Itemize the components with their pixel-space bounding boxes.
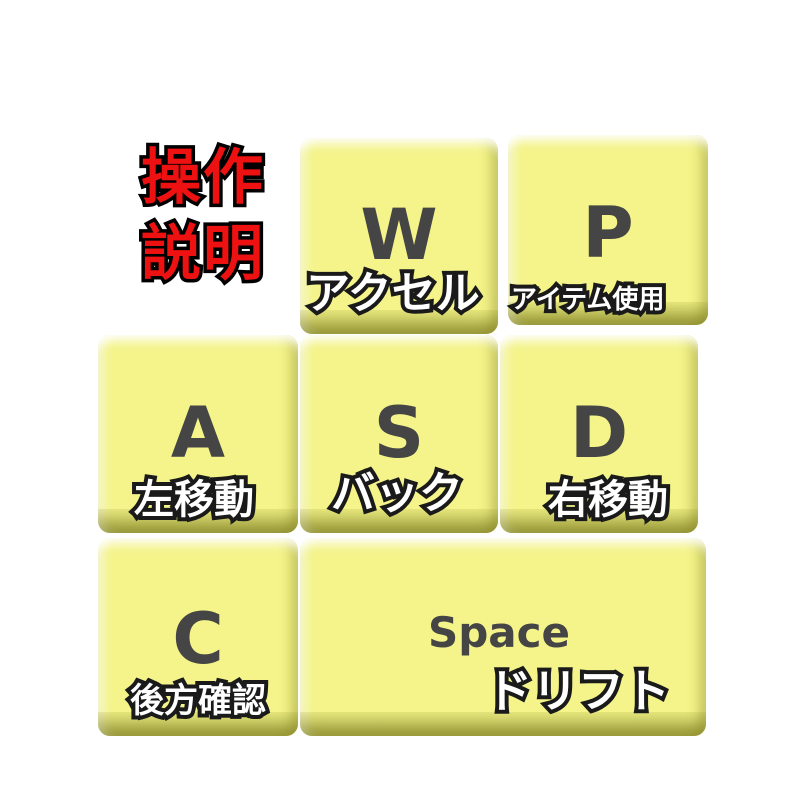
key-w-label: アクセル [302, 268, 484, 320]
key-d-label: 右移動 [544, 476, 672, 524]
key-d-letter: D [569, 392, 629, 474]
key-c-label: 後方確認 [126, 680, 270, 722]
key-s-label: バック [327, 468, 467, 520]
key-c-letter: C [172, 598, 224, 680]
key-w-letter: W [360, 194, 438, 276]
key-p-letter: P [582, 192, 634, 274]
title-line-1: 操作 [138, 140, 267, 217]
key-p-label: アイテム使用 [507, 283, 668, 317]
key-space-label: ドリフト [482, 664, 674, 718]
title-line-2: 説明 [138, 216, 267, 293]
key-s-letter: S [373, 392, 425, 474]
key-a-label: 左移動 [130, 476, 258, 524]
key-space-letter: Space [427, 608, 571, 657]
controls-title: 操作 説明 [118, 140, 288, 293]
key-a-letter: A [170, 392, 226, 474]
